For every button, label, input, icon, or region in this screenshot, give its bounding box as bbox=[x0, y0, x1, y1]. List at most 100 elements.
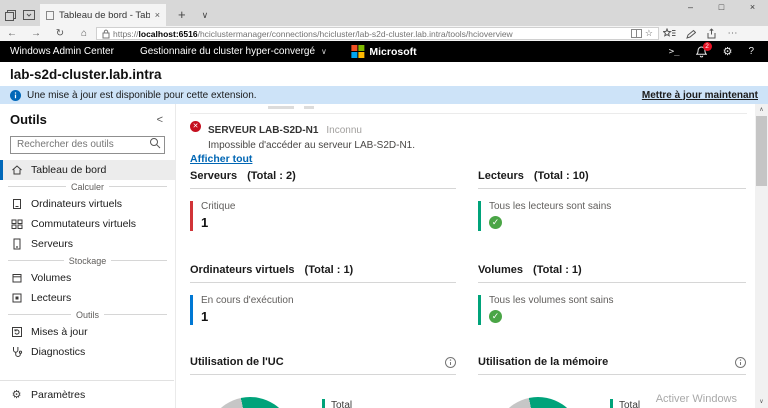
legend-label: Total bbox=[331, 400, 353, 408]
card-header: Lecteurs (Total : 10) bbox=[478, 170, 746, 182]
powershell-console-icon[interactable]: >_ bbox=[669, 47, 680, 57]
update-now-link[interactable]: Mettre à jour maintenant bbox=[642, 90, 758, 101]
status-bar bbox=[478, 295, 481, 325]
more-menu-icon[interactable]: ⋯ bbox=[722, 28, 743, 39]
sidebar-item-virtual-switches[interactable]: Commutateurs virtuels bbox=[0, 214, 175, 234]
donut-chart bbox=[494, 397, 582, 408]
sidebar-footer: ⚙ Paramètres bbox=[0, 380, 174, 408]
sidebar-item-diagnostics[interactable]: Diagnostics bbox=[0, 342, 175, 362]
tools-sidebar: Outils < Tableau de bord Calculer Ordina… bbox=[0, 104, 176, 408]
reading-view-icon[interactable] bbox=[630, 29, 642, 38]
card-drives[interactable]: Lecteurs (Total : 10) Tous les lecteurs … bbox=[478, 170, 746, 231]
status-healthy: Tous les lecteurs sont sains ✓ bbox=[478, 201, 746, 231]
content-divider bbox=[190, 113, 747, 114]
info-circle-icon[interactable] bbox=[445, 356, 456, 368]
set-tabs-aside-icon[interactable] bbox=[5, 9, 16, 21]
sidebar-item-label: Diagnostics bbox=[31, 345, 86, 358]
section-label: Stockage bbox=[68, 255, 107, 266]
solution-dropdown[interactable]: Gestionnaire du cluster hyper-convergé ∨ bbox=[140, 46, 327, 57]
updates-icon bbox=[10, 326, 23, 338]
status-bar bbox=[190, 295, 193, 325]
card-total: (Total : 2) bbox=[247, 170, 296, 182]
status-bar bbox=[478, 201, 481, 231]
card-title: Utilisation de l'UC bbox=[190, 356, 284, 368]
sidebar-item-volumes[interactable]: Volumes bbox=[0, 268, 175, 288]
chevron-down-icon: ∨ bbox=[321, 47, 327, 56]
annotate-pen-icon[interactable] bbox=[680, 29, 701, 39]
healthy-check-icon: ✓ bbox=[489, 310, 502, 323]
scrollbar-thumb[interactable] bbox=[756, 116, 767, 186]
info-circle-icon[interactable] bbox=[735, 356, 746, 368]
browser-tab[interactable]: Tableau de bord - Table × bbox=[40, 4, 166, 26]
search-icon[interactable] bbox=[149, 137, 161, 149]
sidebar-item-label: Mises à jour bbox=[31, 325, 88, 338]
maximize-button[interactable]: □ bbox=[706, 0, 737, 14]
solution-label: Gestionnaire du cluster hyper-convergé bbox=[139, 46, 316, 57]
scroll-up-icon[interactable]: ∧ bbox=[755, 104, 768, 116]
minimize-button[interactable]: – bbox=[675, 0, 706, 14]
tools-search bbox=[10, 134, 165, 154]
card-virtual-machines[interactable]: Ordinateurs virtuels (Total : 1) En cour… bbox=[190, 264, 456, 325]
donut-chart bbox=[206, 397, 294, 408]
notifications-button[interactable]: 2 bbox=[695, 41, 712, 58]
section-label: Outils bbox=[76, 309, 100, 320]
vertical-scrollbar[interactable]: ∧ ∨ bbox=[755, 104, 768, 408]
sidebar-collapse-icon[interactable]: < bbox=[157, 114, 163, 126]
search-input[interactable] bbox=[10, 135, 165, 154]
screen: Tableau de bord - Table × + ∨ – □ × ← → … bbox=[0, 0, 768, 408]
alert-state: Inconnu bbox=[326, 125, 362, 136]
sidebar-item-settings[interactable]: ⚙ Paramètres bbox=[0, 384, 174, 405]
status-label: Tous les lecteurs sont sains bbox=[489, 201, 612, 212]
url-bar[interactable]: https://localhost:6516/hciclustermanager… bbox=[96, 27, 659, 40]
url-path: /hciclustermanager/connections/hcicluste… bbox=[197, 28, 513, 39]
status-running: En cours d'exécution 1 bbox=[190, 295, 456, 325]
sidebar-item-virtual-machines[interactable]: Ordinateurs virtuels bbox=[0, 194, 175, 214]
home-icon[interactable]: ⌂ bbox=[72, 28, 96, 39]
forward-icon[interactable]: → bbox=[24, 28, 48, 39]
card-title: Ordinateurs virtuels bbox=[190, 264, 295, 276]
close-button[interactable]: × bbox=[737, 0, 768, 14]
browser-addressbar: ← → ↻ ⌂ https://localhost:6516/hcicluste… bbox=[0, 26, 768, 41]
card-cpu-usage[interactable]: Utilisation de l'UC Total bbox=[190, 356, 456, 408]
home-icon bbox=[10, 164, 23, 176]
card-total: (Total : 10) bbox=[533, 170, 589, 182]
favorite-star-icon[interactable]: ☆ bbox=[645, 28, 653, 39]
tab-preview-chevron-icon[interactable]: ∨ bbox=[202, 4, 209, 26]
refresh-icon[interactable]: ↻ bbox=[48, 28, 72, 39]
sidebar-item-label: Paramètres bbox=[31, 388, 86, 401]
sidebar-item-label: Serveurs bbox=[31, 237, 74, 250]
new-tab-button[interactable]: + bbox=[178, 4, 186, 26]
sidebar-item-servers[interactable]: Serveurs bbox=[0, 234, 175, 254]
product-name[interactable]: Windows Admin Center bbox=[0, 46, 114, 57]
sidebar-item-updates[interactable]: Mises à jour bbox=[0, 322, 175, 342]
sidebar-item-dashboard[interactable]: Tableau de bord bbox=[0, 159, 175, 180]
window-controls: – □ × bbox=[675, 0, 768, 14]
card-title: Lecteurs bbox=[478, 170, 524, 182]
section-label: Calculer bbox=[71, 181, 105, 192]
favorites-hub-icon[interactable] bbox=[659, 28, 680, 39]
share-icon[interactable] bbox=[701, 28, 722, 39]
cluster-title-bar: lab-s2d-cluster.lab.intra bbox=[0, 62, 768, 86]
tabs-preview-icon[interactable] bbox=[23, 10, 35, 20]
drive-icon bbox=[10, 292, 23, 304]
tab-close-icon[interactable]: × bbox=[155, 10, 160, 20]
url-text: https://localhost:6516/hciclustermanager… bbox=[113, 29, 628, 39]
back-icon[interactable]: ← bbox=[0, 28, 24, 39]
chart-legend: Total bbox=[322, 399, 352, 408]
url-host: localhost:6516 bbox=[138, 28, 198, 39]
show-all-link[interactable]: Afficher tout bbox=[190, 153, 252, 165]
status-label: Tous les volumes sont sains bbox=[489, 295, 614, 306]
dashboard-content: ✕ SERVEUR LAB-S2D-N1 Inconnu Impossible d… bbox=[176, 104, 755, 408]
sidebar-item-drives[interactable]: Lecteurs bbox=[0, 288, 175, 308]
card-servers[interactable]: Serveurs (Total : 2) Critique 1 bbox=[190, 170, 456, 231]
card-volumes[interactable]: Volumes (Total : 1) Tous les volumes son… bbox=[478, 264, 746, 325]
settings-gear-icon[interactable]: ⚙ bbox=[723, 45, 733, 58]
scroll-down-icon[interactable]: ∨ bbox=[755, 396, 768, 408]
card-title: Serveurs bbox=[190, 170, 238, 182]
card-total: (Total : 1) bbox=[304, 264, 354, 276]
help-icon[interactable]: ? bbox=[748, 46, 754, 57]
cpu-donut-chart: Total bbox=[190, 397, 456, 408]
cluster-name: lab-s2d-cluster.lab.intra bbox=[10, 66, 162, 82]
card-header: Utilisation de l'UC bbox=[190, 356, 456, 368]
vm-icon bbox=[10, 198, 23, 210]
